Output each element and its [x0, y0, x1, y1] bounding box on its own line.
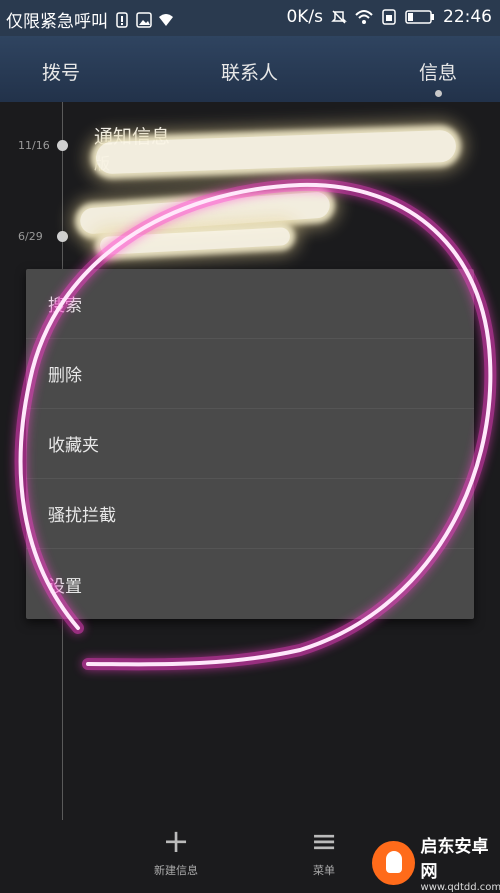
watermark-name: 启东安卓网	[420, 837, 489, 882]
new-message-label: 新建信息	[154, 864, 198, 877]
watermark: 启东安卓网 www.qdtdd.com	[372, 832, 500, 893]
watermark-logo-icon	[372, 840, 415, 885]
annotation-circle	[14, 178, 497, 671]
plus-icon: +	[162, 822, 190, 860]
watermark-url: www.qdtdd.com	[420, 882, 500, 893]
new-message-button[interactable]: + 新建信息	[145, 820, 207, 878]
menu-button[interactable]: ≡ 菜单	[296, 820, 352, 878]
menu-label: 菜单	[313, 864, 335, 877]
hamburger-icon: ≡	[310, 822, 338, 860]
